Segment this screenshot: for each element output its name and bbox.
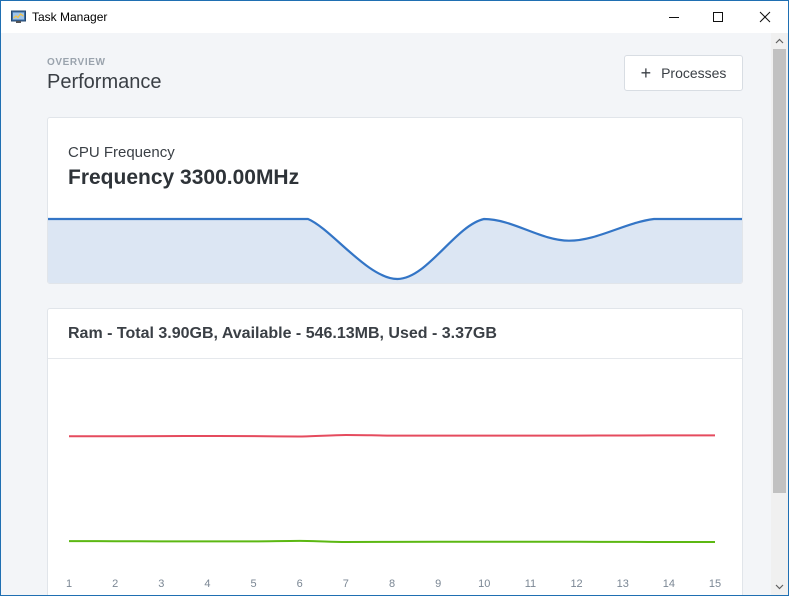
scroll-down-button[interactable] bbox=[771, 579, 788, 595]
x-tick-label: 13 bbox=[617, 578, 629, 590]
close-icon bbox=[759, 11, 771, 23]
x-tick-label: 10 bbox=[478, 578, 490, 590]
x-tick-label: 6 bbox=[297, 578, 303, 590]
x-tick-label: 5 bbox=[251, 578, 257, 590]
x-tick-label: 2 bbox=[112, 578, 118, 590]
ram-title: Ram - Total 3.90GB, Available - 546.13MB… bbox=[68, 325, 497, 342]
close-button[interactable] bbox=[742, 1, 788, 33]
plus-icon: + bbox=[640, 63, 652, 83]
cpu-label: CPU Frequency bbox=[68, 144, 175, 161]
x-tick-label: 15 bbox=[709, 578, 721, 590]
chevron-down-icon bbox=[775, 584, 784, 590]
scroll-up-button[interactable] bbox=[771, 33, 788, 49]
x-tick-label: 12 bbox=[570, 578, 582, 590]
processes-button[interactable]: + Processes bbox=[624, 55, 743, 91]
cpu-frequency-value: Frequency 3300.00MHz bbox=[68, 166, 300, 189]
cpu-frequency-chart bbox=[48, 217, 742, 283]
main-content[interactable]: OVERVIEW Performance + Processes CPU Fre… bbox=[1, 33, 771, 595]
maximize-button[interactable] bbox=[695, 1, 741, 33]
cpu-frequency-area bbox=[48, 219, 742, 283]
cpu-frequency-card: CPU Frequency Frequency 3300.00MHz bbox=[47, 117, 743, 284]
ram-header: Ram - Total 3.90GB, Available - 546.13MB… bbox=[48, 309, 742, 359]
x-tick-label: 14 bbox=[663, 578, 675, 590]
ram-card: Ram - Total 3.90GB, Available - 546.13MB… bbox=[47, 308, 743, 595]
x-tick-label: 9 bbox=[435, 578, 441, 590]
ram-used-line bbox=[69, 433, 715, 438]
app-icon bbox=[11, 10, 26, 23]
minimize-icon bbox=[669, 17, 679, 18]
task-manager-window: Task Manager OVERVIEW Performance + Proc… bbox=[0, 0, 789, 596]
processes-button-label: Processes bbox=[661, 65, 727, 81]
title-bar[interactable]: Task Manager bbox=[1, 1, 788, 33]
scrollbar-thumb[interactable] bbox=[773, 49, 786, 493]
maximize-icon bbox=[713, 12, 723, 22]
x-tick-label: 3 bbox=[158, 578, 164, 590]
window-title: Task Manager bbox=[32, 10, 108, 24]
x-tick-label: 7 bbox=[343, 578, 349, 590]
x-tick-label: 4 bbox=[204, 578, 210, 590]
chevron-up-icon bbox=[775, 38, 784, 44]
x-tick-label: 8 bbox=[389, 578, 395, 590]
ram-available-line bbox=[68, 539, 716, 544]
page-title: Performance bbox=[47, 71, 162, 93]
vertical-scrollbar[interactable] bbox=[771, 33, 788, 595]
ram-chart: 1 2 3 4 5 6 7 8 9 10 11 12 13 14 15 bbox=[66, 433, 721, 590]
minimize-button[interactable] bbox=[651, 1, 697, 33]
section-label: OVERVIEW bbox=[47, 57, 106, 68]
x-tick-label: 1 bbox=[66, 578, 72, 590]
x-tick-label: 11 bbox=[525, 578, 536, 590]
